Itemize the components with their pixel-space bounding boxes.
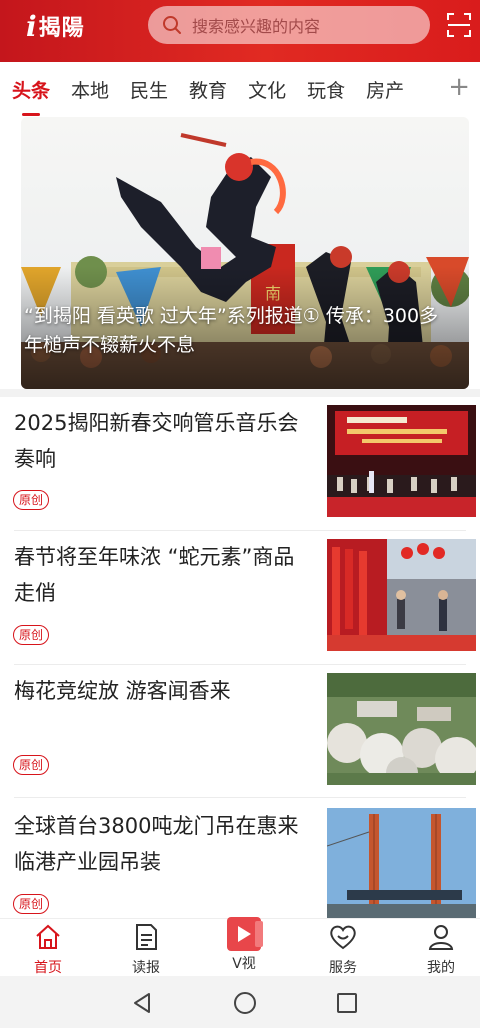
- original-badge: 原创: [13, 755, 50, 775]
- article-title[interactable]: 全球首台3800吨龙门吊在惠来临港产业园吊装: [14, 808, 310, 880]
- article-thumbnail[interactable]: [327, 673, 476, 785]
- article-thumbnail[interactable]: [327, 539, 476, 651]
- plum-blossom-image: [327, 673, 476, 785]
- article-title[interactable]: 梅花竞绽放 游客闻香来: [14, 673, 310, 709]
- service-heart-icon: [330, 925, 356, 950]
- nav-home[interactable]: 首页: [12, 923, 84, 977]
- search-input[interactable]: 搜索感兴趣的内容: [148, 6, 430, 44]
- list-separator: [14, 797, 466, 798]
- tab-culture[interactable]: 文化: [248, 76, 286, 103]
- app-logo[interactable]: i 揭陽: [26, 8, 85, 44]
- tab-headlines[interactable]: 头条: [12, 76, 50, 116]
- search-icon: [163, 16, 181, 34]
- search-placeholder: 搜索感兴趣的内容: [192, 17, 321, 36]
- user-icon: [428, 925, 454, 950]
- logo-i: i: [26, 9, 37, 43]
- back-icon[interactable]: [131, 992, 153, 1014]
- article-thumbnail[interactable]: [327, 808, 476, 926]
- tab-livelihood[interactable]: 民生: [130, 76, 168, 103]
- nav-profile[interactable]: 我的: [405, 923, 477, 977]
- gantry-crane-image: [327, 808, 476, 926]
- nav-newspaper[interactable]: 读报: [110, 923, 182, 977]
- home-icon: [36, 924, 60, 949]
- article-thumbnail[interactable]: [327, 405, 476, 517]
- list-item[interactable]: 梅花竞绽放 游客闻香来 原创: [0, 665, 480, 799]
- article-title[interactable]: 2025揭阳新春交响管乐音乐会奏响: [14, 405, 310, 477]
- hero-caption[interactable]: “到揭阳 看英歌 过大年”系列报道① 传承：300多年槌声不辍薪火不息: [24, 302, 456, 360]
- nav-video[interactable]: V视: [208, 917, 280, 973]
- list-item[interactable]: 2025揭阳新春交响管乐音乐会奏响 原创: [0, 397, 480, 531]
- bottom-navigation: 首页 读报 V视 服务 我的: [0, 917, 480, 977]
- section-divider: [0, 389, 480, 397]
- logo-name: 揭陽: [38, 15, 85, 41]
- list-item[interactable]: 春节将至年味浓 “蛇元素”商品走俏 原创: [0, 531, 480, 665]
- market-image: [327, 539, 476, 651]
- nav-service-label: 服务: [329, 960, 357, 976]
- nav-video-label: V视: [232, 956, 256, 972]
- newspaper-icon: [136, 924, 157, 950]
- home-circle-icon[interactable]: [233, 991, 257, 1015]
- list-item[interactable]: 全球首台3800吨龙门吊在惠来临港产业园吊装 原创: [0, 800, 480, 934]
- system-navigation-bar: [0, 976, 480, 1028]
- video-play-icon: [227, 917, 263, 951]
- original-badge: 原创: [13, 625, 50, 645]
- article-title[interactable]: 春节将至年味浓 “蛇元素”商品走俏: [14, 539, 310, 611]
- top-header: i 揭陽 搜索感兴趣的内容: [0, 0, 480, 62]
- tab-food-fun[interactable]: 玩食: [307, 76, 345, 103]
- original-badge: 原创: [13, 894, 50, 914]
- recents-square-icon[interactable]: [336, 992, 358, 1014]
- tab-education[interactable]: 教育: [189, 76, 227, 103]
- add-tab-button[interactable]: +: [448, 74, 470, 100]
- app-root: i 揭陽 搜索感兴趣的内容 头条 本地 民生 教育 文化 玩食 房产 + “到揭…: [0, 0, 480, 1028]
- concert-image: [327, 405, 476, 517]
- tab-real-estate[interactable]: 房产: [366, 76, 404, 103]
- category-tabs: 头条 本地 民生 教育 文化 玩食 房产 +: [0, 62, 480, 116]
- scan-icon[interactable]: [446, 12, 472, 38]
- tab-local[interactable]: 本地: [71, 76, 109, 103]
- nav-profile-label: 我的: [427, 960, 455, 976]
- nav-home-label: 首页: [34, 960, 62, 976]
- nav-newspaper-label: 读报: [132, 960, 160, 976]
- original-badge: 原创: [13, 490, 50, 510]
- nav-service[interactable]: 服务: [307, 923, 379, 977]
